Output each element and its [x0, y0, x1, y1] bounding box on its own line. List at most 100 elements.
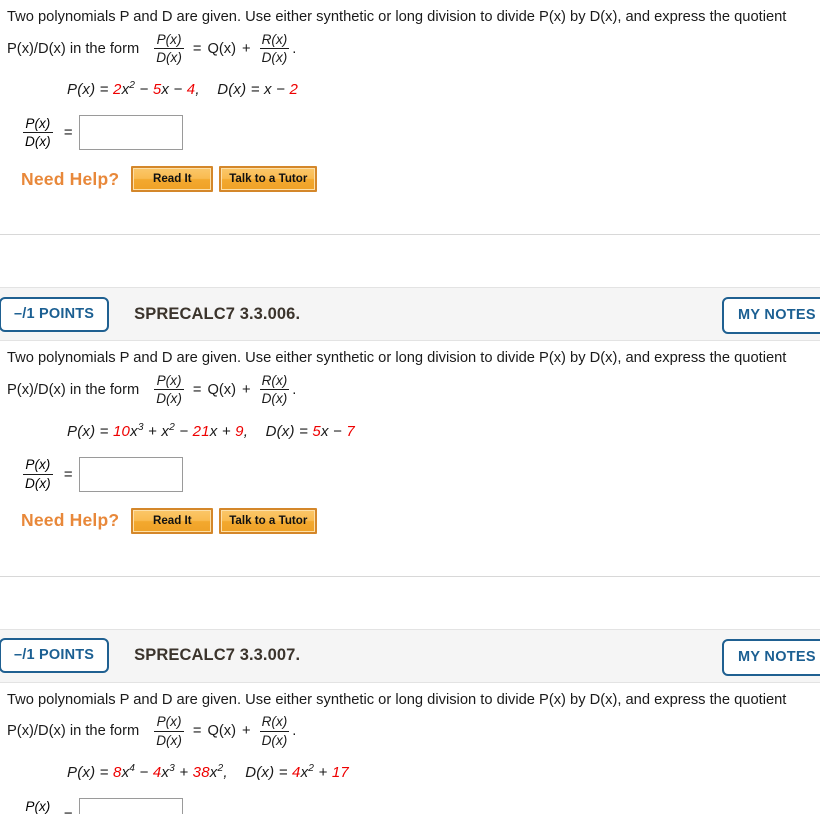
assignment-page: Two polynomials P and D are given. Use e…	[0, 0, 820, 814]
answer-input[interactable]	[79, 797, 184, 814]
dx-term-0: 5	[312, 422, 321, 440]
px-term-8: 9	[235, 422, 244, 440]
answer-row: P(x)D(x) =	[20, 115, 820, 151]
dx-term-0: x	[264, 81, 272, 99]
formula-equals: =	[192, 723, 202, 740]
question-prompt-line1: Two polynomials P and D are given. Use e…	[7, 350, 787, 367]
answer-input[interactable]	[79, 115, 184, 151]
formula-fraction-right-numerator: R(x)	[261, 714, 288, 730]
formula-fraction-left-denominator: D(x)	[154, 389, 184, 407]
question-header: –/1 POINTS SPRECALC7 3.3.006. MY NOTES	[0, 287, 820, 342]
prompt-form-prefix: P(x)/D(x) in the form	[7, 723, 140, 740]
px-label: P(x)	[67, 422, 96, 440]
formula-plus: +	[242, 381, 251, 398]
help-button-read-it[interactable]: Read It	[131, 166, 214, 193]
formula-fraction-right: R(x) D(x)	[259, 714, 290, 748]
question-body: Two polynomials P and D are given. Use e…	[0, 683, 820, 814]
px-term-1: x	[130, 422, 138, 440]
px-term-9: ,	[243, 422, 249, 440]
px-term-5: +	[174, 763, 193, 781]
formula-fraction-left-numerator: P(x)	[156, 31, 182, 47]
dx-term-0: 4	[292, 763, 301, 781]
px-term-6: 38	[192, 763, 210, 781]
dx-label: D(x)	[245, 763, 275, 781]
px-term-4: −	[174, 422, 193, 440]
px-equals: =	[99, 81, 109, 99]
points-badge: –/1 POINTS	[0, 638, 110, 674]
px-term-0: 8	[113, 763, 122, 781]
dx-equals: =	[299, 422, 309, 440]
help-button-talk-to-a-tutor[interactable]: Talk to a Tutor	[219, 166, 318, 193]
polynomial-definitions: P(x) = 2x2 − 5x − 4, D(x) = x − 2	[67, 81, 820, 99]
answer-row: P(x)D(x) =	[20, 797, 820, 814]
dx-equals: =	[278, 763, 288, 781]
dx-label: D(x)	[217, 81, 247, 99]
dx-term-1: x	[320, 422, 329, 440]
need-help-label: Need Help?	[21, 510, 120, 531]
px-term-3: x	[161, 422, 170, 440]
need-help-label: Need Help?	[21, 168, 120, 189]
formula-equals: =	[192, 381, 202, 398]
formula-fraction-right-denominator: D(x)	[259, 48, 290, 66]
formula-fraction-left-numerator: P(x)	[156, 373, 182, 389]
question-label: SPRECALC7 3.3.006.	[134, 304, 301, 323]
prompt-form-prefix: P(x)/D(x) in the form	[7, 381, 140, 398]
formula-fraction-right-denominator: D(x)	[259, 389, 290, 407]
answer-equals: =	[64, 807, 73, 814]
formula-fraction-right: R(x) D(x)	[259, 373, 290, 407]
my-notes-button[interactable]: MY NOTES	[722, 638, 820, 676]
px-term-7: +	[217, 422, 236, 440]
px-term-4: x	[161, 763, 170, 781]
answer-row: P(x)D(x) =	[20, 456, 820, 492]
question-body: Two polynomials P and D are given. Use e…	[0, 341, 820, 534]
px-term-5: −	[169, 81, 187, 99]
question-label: SPRECALC7 3.3.007.	[134, 646, 301, 665]
answer-fraction-label: P(x)D(x)	[23, 116, 53, 149]
formula-fraction-right-denominator: D(x)	[259, 730, 290, 748]
px-term-0: 10	[113, 422, 131, 440]
formula-period: .	[292, 381, 297, 398]
formula-period: .	[292, 723, 297, 740]
formula-fraction-left: P(x) D(x)	[154, 714, 184, 748]
answer-fraction-label: P(x)D(x)	[23, 799, 53, 814]
question-prompt-line1: Two polynomials P and D are given. Use e…	[7, 9, 787, 25]
dx-term-2: −	[328, 422, 347, 440]
answer-fraction-label-numerator: P(x)	[25, 457, 51, 473]
answer-fraction-label-denominator: D(x)	[23, 132, 53, 150]
formula-quotient: Q(x)	[207, 381, 237, 398]
question-prompt-line2: P(x)/D(x) in the form P(x) D(x) = Q(x) + R(x) D…	[7, 32, 820, 65]
px-term-2: −	[135, 81, 153, 99]
question-prompt-line2: P(x)/D(x) in the form P(x) D(x) = Q(x) + R(x) D…	[7, 373, 820, 406]
px-label: P(x)	[67, 763, 96, 781]
answer-fraction-label: P(x)D(x)	[23, 457, 53, 491]
prompt-form-prefix: P(x)/D(x) in the form	[7, 40, 140, 57]
help-button-read-it[interactable]: Read It	[131, 507, 214, 534]
question-header: –/1 POINTS SPRECALC7 3.3.007. MY NOTES	[0, 628, 820, 683]
need-help-row: Need Help? Read It Talk to a Tutor	[21, 166, 820, 193]
px-term-7: ,	[195, 81, 200, 99]
answer-equals: =	[63, 465, 73, 483]
formula-equals: =	[192, 40, 202, 57]
answer-fraction-label-numerator: P(x)	[25, 798, 51, 814]
answer-equals: =	[63, 124, 73, 142]
question-body: Two polynomials P and D are given. Use e…	[0, 0, 820, 193]
formula-fraction-left-numerator: P(x)	[156, 714, 182, 730]
answer-input[interactable]	[79, 456, 184, 492]
dx-term-3: 17	[331, 763, 349, 781]
polynomial-definitions: P(x) = 8x4 − 4x3 + 38x2, D(x) = 4x2 + 17	[67, 763, 820, 781]
my-notes-button[interactable]: MY NOTES	[722, 297, 820, 335]
px-term-5: 21	[192, 422, 210, 440]
formula-fraction-left: P(x) D(x)	[154, 32, 184, 65]
dx-term-3: 7	[346, 422, 355, 440]
points-badge: –/1 POINTS	[0, 296, 110, 332]
px-equals: =	[99, 763, 109, 781]
formula-fraction-left: P(x) D(x)	[154, 373, 184, 406]
px-term-4: x	[161, 81, 170, 99]
formula-fraction-right-numerator: R(x)	[261, 31, 288, 47]
help-button-talk-to-a-tutor[interactable]: Talk to a Tutor	[219, 507, 318, 534]
answer-fraction-label-denominator: D(x)	[23, 473, 53, 491]
px-term-0: 2	[113, 81, 122, 99]
dx-equals: =	[250, 81, 260, 99]
formula-quotient: Q(x)	[207, 40, 237, 57]
formula-fraction-right: R(x) D(x)	[259, 31, 290, 66]
